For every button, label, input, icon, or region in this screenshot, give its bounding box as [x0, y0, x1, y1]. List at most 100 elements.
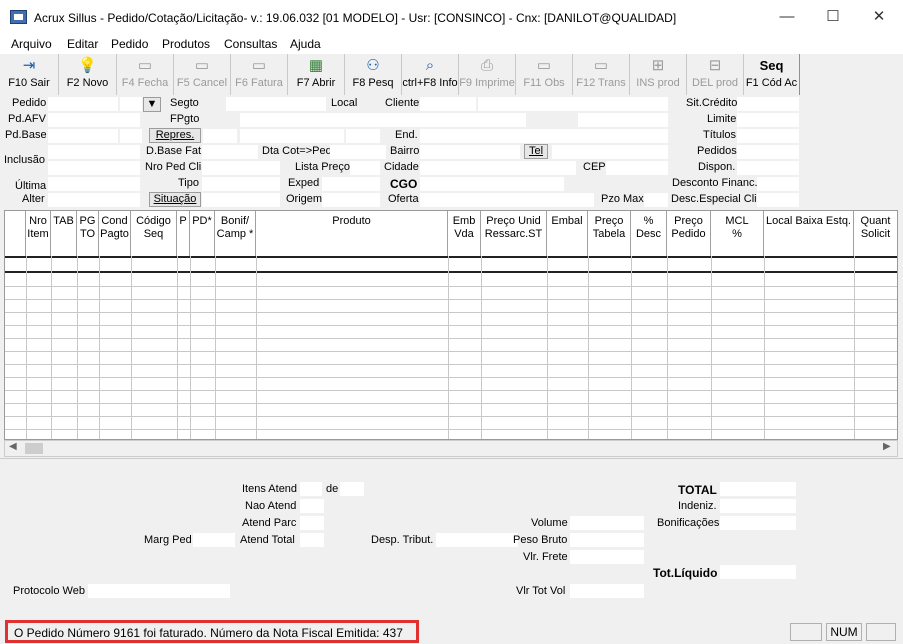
scroll-left-icon[interactable]: ◀ [9, 441, 17, 452]
col-emb-vda[interactable]: Emb Vda [448, 211, 481, 256]
novo-button[interactable]: 💡 F2 Novo [59, 54, 117, 95]
volume-field[interactable] [570, 516, 644, 530]
pedidos-field[interactable] [737, 145, 799, 159]
sit-credito-field[interactable] [737, 97, 799, 111]
marg-ped-field[interactable] [193, 533, 235, 547]
pedido-field[interactable] [48, 97, 118, 111]
cancel-button[interactable]: ▭ F5 Cancel [174, 54, 231, 95]
col-bonif-camp[interactable]: Bonif/Camp * [215, 211, 256, 256]
fpgto-field[interactable] [240, 113, 420, 127]
nro-ped-cli-field[interactable] [202, 161, 280, 175]
tot-liquido-field[interactable] [720, 565, 796, 579]
ultima-date-field[interactable] [48, 177, 140, 191]
itens-total-field[interactable] [340, 482, 364, 496]
desp-tribut-field[interactable] [436, 533, 518, 547]
col-embal[interactable]: Embal [547, 211, 588, 256]
dta-cot-ped-field[interactable] [330, 145, 386, 159]
pzo-max-field[interactable] [644, 193, 668, 207]
fecha-button[interactable]: ▭ F4 Fecha [117, 54, 174, 95]
tel-field[interactable] [552, 145, 668, 159]
pedido-dropdown-button[interactable]: ▼ [143, 97, 161, 112]
menu-consultas[interactable]: Consultas [224, 37, 277, 51]
fatura-button[interactable]: ▭ F6 Fatura [231, 54, 288, 95]
menu-arquivo[interactable]: Arquivo [11, 37, 52, 51]
indeniz-field[interactable] [720, 499, 796, 513]
col-p[interactable]: P [177, 211, 190, 256]
situacao-field[interactable] [202, 193, 280, 207]
col-local-baixa-estq[interactable]: Local Baixa Estq. [764, 211, 854, 256]
oferta-field[interactable] [420, 193, 594, 207]
desc-especial-field[interactable] [757, 193, 799, 207]
col-produto[interactable]: Produto [256, 211, 448, 256]
col-cond-pagto[interactable]: Cond Pagto [99, 211, 131, 256]
cliente-code-field[interactable] [420, 97, 476, 111]
scroll-thumb[interactable] [25, 443, 43, 454]
situacao-button[interactable]: Situação [149, 192, 201, 207]
vlr-tot-vol-field[interactable] [570, 584, 644, 598]
bonificacoes-field[interactable] [720, 516, 796, 530]
atend-total-field[interactable] [300, 533, 324, 547]
end-field[interactable] [420, 129, 668, 143]
col-tab[interactable]: TAB [51, 211, 77, 256]
col-pg-to[interactable]: PG TO [77, 211, 99, 256]
col-preco-pedido[interactable]: Preço Pedido [667, 211, 711, 256]
imprime-button[interactable]: ⎙ F9 Imprime [459, 54, 516, 95]
abrir-button[interactable]: ▦ F7 Abrir [288, 54, 345, 95]
menu-produtos[interactable]: Produtos [162, 37, 210, 51]
info-button[interactable]: ⌕ ctrl+F8 Info [402, 54, 459, 95]
repres-button[interactable]: Repres. [149, 128, 201, 143]
cgo-field[interactable] [420, 177, 564, 191]
protocolo-web-field[interactable] [88, 584, 230, 598]
inclusao-user-field[interactable] [48, 161, 140, 175]
seq-button[interactable]: Seq F1 Cód Ac [744, 54, 800, 95]
menu-ajuda[interactable]: Ajuda [290, 37, 321, 51]
total-field[interactable] [720, 482, 796, 496]
desconto-financ-field[interactable] [757, 177, 799, 191]
menu-pedido[interactable]: Pedido [111, 37, 148, 51]
lista-preco-field[interactable] [350, 161, 380, 175]
exped-field[interactable] [322, 177, 380, 191]
local-field[interactable] [420, 113, 526, 127]
bairro-field[interactable] [420, 145, 520, 159]
col-nro-item[interactable]: Nro Item [26, 211, 51, 256]
cep-field[interactable] [606, 161, 668, 175]
vlr-frete-field[interactable] [570, 550, 644, 564]
pd-afv-field[interactable] [48, 113, 140, 127]
cliente-name-field[interactable] [478, 97, 668, 111]
inclusao-date-field[interactable] [48, 145, 140, 159]
nao-atend-field[interactable] [300, 499, 324, 513]
col-codigo-seq[interactable]: Código Seq [131, 211, 177, 256]
col-desc[interactable]: % Desc [631, 211, 667, 256]
tel-button[interactable]: Tel [524, 144, 548, 159]
repres-code-field[interactable] [203, 129, 237, 143]
repres-extra-field[interactable] [346, 129, 380, 143]
sair-button[interactable]: ⇥ F10 Sair [0, 54, 59, 95]
peso-bruto-field[interactable] [570, 533, 644, 547]
cidade-field[interactable] [420, 161, 576, 175]
segto-field[interactable] [226, 97, 326, 111]
itens-atend-field[interactable] [300, 482, 322, 496]
tipo-field[interactable] [202, 177, 280, 191]
scroll-right-icon[interactable]: ▶ [883, 441, 891, 452]
items-grid[interactable]: Nro Item TAB PG TO Cond Pagto Código Seq P P… [4, 210, 898, 440]
trans-button[interactable]: ▭ F12 Trans [573, 54, 630, 95]
obs-button[interactable]: ▭ F11 Obs [516, 54, 573, 95]
maximize-button[interactable]: ☐ [810, 0, 856, 34]
cliente-extra-field[interactable] [578, 113, 668, 127]
col-mcl[interactable]: MCL% [711, 211, 764, 256]
col-pd[interactable]: PD* [190, 211, 215, 256]
repres-name-field[interactable] [240, 129, 344, 143]
origem-field[interactable] [322, 193, 380, 207]
limite-field[interactable] [737, 113, 799, 127]
col-preco-unid-ressarc[interactable]: Preço Unid Ressarc.ST [481, 211, 547, 256]
atend-parc-field[interactable] [300, 516, 324, 530]
ins-prod-button[interactable]: ⊞ INS prod [630, 54, 687, 95]
pd-base-extra-field[interactable] [120, 129, 142, 143]
alter-field[interactable] [48, 193, 140, 207]
dispon-field[interactable] [737, 161, 799, 175]
minimize-button[interactable]: — [764, 0, 810, 34]
del-prod-button[interactable]: ⊟ DEL prod [687, 54, 744, 95]
pd-base-field[interactable] [48, 129, 118, 143]
d-base-fat-field[interactable] [202, 145, 258, 159]
col-preco-tabela[interactable]: Preço Tabela [588, 211, 631, 256]
